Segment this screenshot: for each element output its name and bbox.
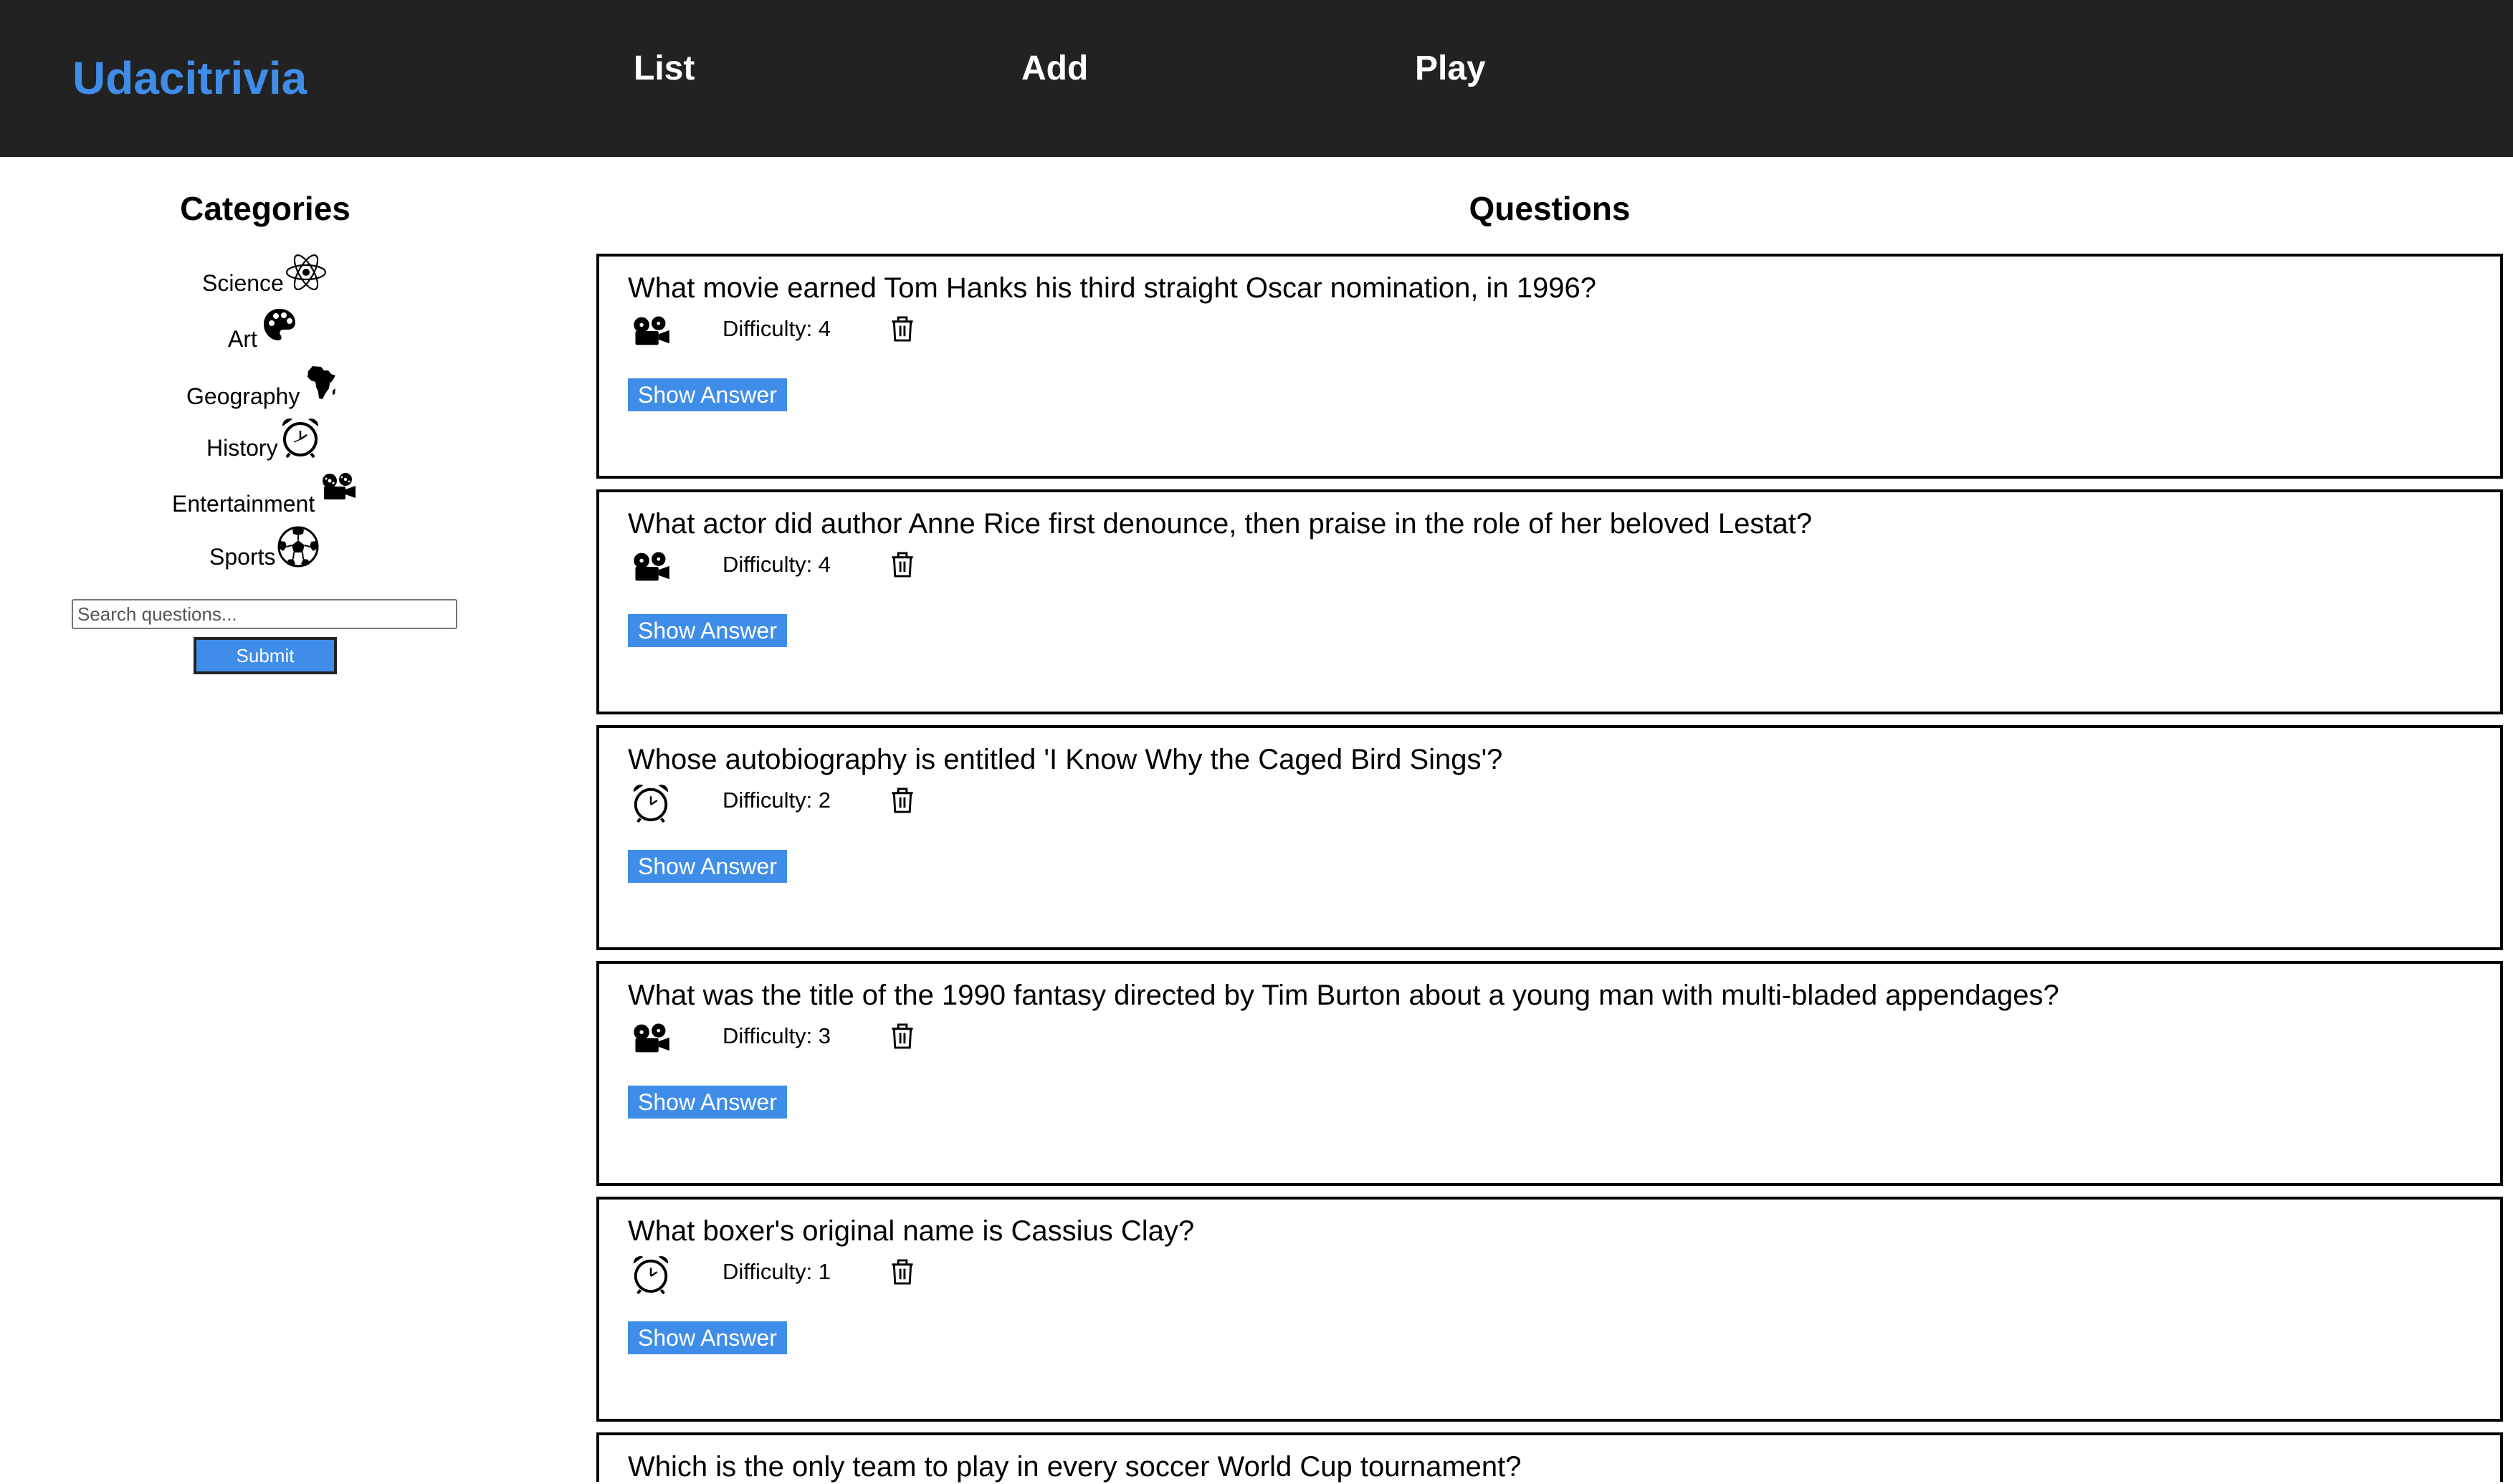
category-label: Science [202,270,284,296]
categories-title: Categories [180,190,351,227]
category-item-entertainment[interactable]: Entertainment [172,472,366,522]
trash-icon[interactable] [890,787,915,814]
difficulty-label: Difficulty: 2 [723,788,831,813]
question-card: What boxer's original name is Cassius Cl… [596,1197,2503,1422]
film-projector-icon [634,552,669,581]
question-card: What movie earned Tom Hanks his third st… [596,254,2503,479]
category-label: Sports [209,544,276,570]
question-card: Which is the only team to play in every … [596,1432,2503,1483]
difficulty-label: Difficulty: 4 [723,552,831,577]
trash-icon[interactable] [890,315,915,343]
film-projector-icon [634,1023,669,1053]
question-text: Which is the only team to play in every … [628,1451,1522,1483]
category-item-science[interactable]: Science [202,252,331,302]
trash-icon[interactable] [890,1023,915,1050]
question-text: What actor did author Anne Rice first de… [628,508,1813,540]
atom-icon [285,254,327,291]
film-projector-icon [323,473,356,499]
trash-icon[interactable] [890,1258,915,1286]
category-item-history[interactable]: History [206,416,335,466]
alarm-clock-icon [633,1256,669,1295]
difficulty-label: Difficulty: 4 [723,316,831,341]
app-logo[interactable]: Udacitrivia [72,47,307,109]
question-card: What actor did author Anne Rice first de… [596,489,2503,714]
search-input[interactable] [72,599,457,629]
alarm-clock-icon [633,785,669,823]
category-item-sports[interactable]: Sports [209,525,331,575]
soccer-ball-icon [277,526,319,568]
question-text: What movie earned Tom Hanks his third st… [628,272,1597,304]
film-projector-icon [634,316,669,345]
show-answer-button[interactable]: Show Answer [628,378,787,411]
category-item-geography[interactable]: Geography [186,365,344,415]
category-label: Entertainment [172,491,315,517]
nav-play-link[interactable]: Play [1415,42,1486,96]
category-item-art[interactable]: Art [228,307,307,358]
alarm-clock-icon [282,418,319,459]
questions-title: Questions [1469,190,1631,227]
show-answer-button[interactable]: Show Answer [628,1086,787,1119]
question-card: Whose autobiography is entitled 'I Know … [596,725,2503,950]
trash-icon[interactable] [890,551,915,578]
top-navbar: Udacitrivia List Add Play [0,0,2513,157]
category-label: Art [228,326,257,352]
question-text: What was the title of the 1990 fantasy d… [628,980,2059,1011]
show-answer-button[interactable]: Show Answer [628,614,787,647]
nav-add-link[interactable]: Add [1021,42,1088,96]
question-text: Whose autobiography is entitled 'I Know … [628,744,1503,775]
difficulty-label: Difficulty: 1 [723,1259,831,1284]
submit-button[interactable]: Submit [194,637,337,674]
category-label: History [206,435,278,461]
category-label: Geography [186,383,300,409]
difficulty-label: Difficulty: 3 [723,1023,831,1048]
show-answer-button[interactable]: Show Answer [628,850,787,883]
palette-icon [264,309,295,340]
question-text: What boxer's original name is Cassius Cl… [628,1215,1195,1247]
categories-sidebar: Categories Science Art Geography History… [0,157,530,1482]
question-card: What was the title of the 1990 fantasy d… [596,961,2503,1186]
nav-list-link[interactable]: List [634,42,695,96]
show-answer-button[interactable]: Show Answer [628,1321,787,1354]
africa-map-icon [307,366,335,399]
